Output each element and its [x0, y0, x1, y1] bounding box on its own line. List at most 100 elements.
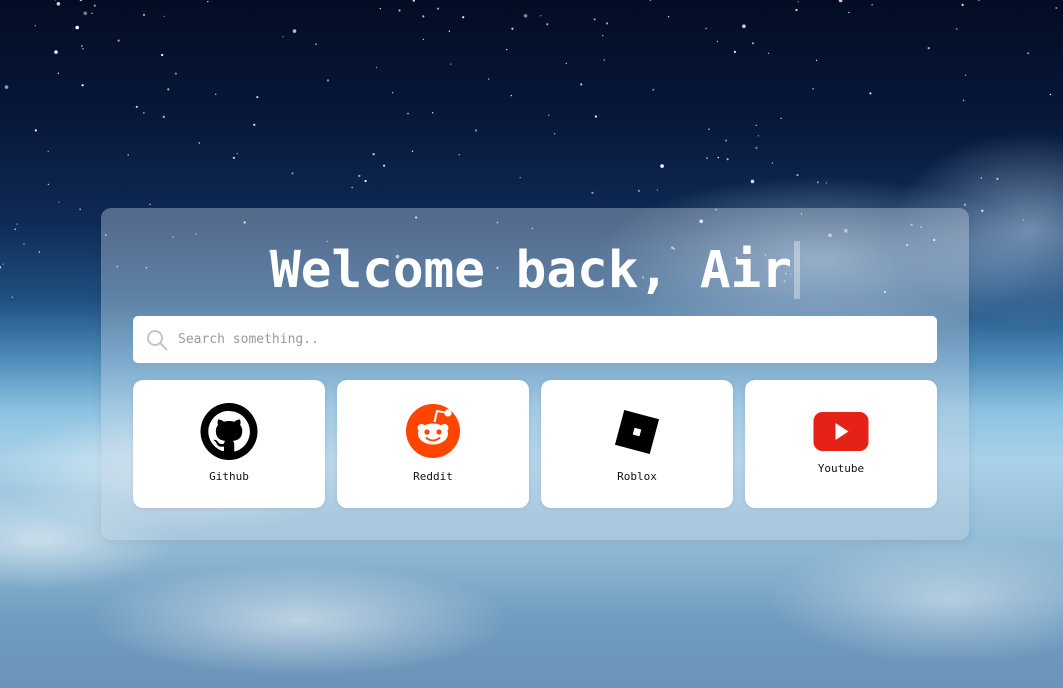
- star: [594, 115, 598, 118]
- star: [351, 186, 353, 189]
- star: [93, 4, 96, 7]
- star: [540, 15, 542, 17]
- start-panel: Welcome back, Air Github: [101, 208, 969, 540]
- star: [16, 223, 18, 225]
- star: [511, 27, 514, 30]
- welcome-text: Welcome back, Air: [270, 241, 792, 300]
- star: [606, 22, 609, 25]
- star: [83, 11, 88, 16]
- star: [591, 191, 594, 194]
- shortcut-label: Github: [209, 470, 249, 483]
- star: [603, 59, 605, 61]
- star: [996, 177, 999, 180]
- star: [961, 3, 964, 6]
- star: [780, 117, 782, 120]
- star: [474, 129, 478, 132]
- star: [253, 123, 256, 126]
- star: [812, 88, 814, 90]
- star: [448, 30, 451, 32]
- star: [379, 7, 381, 10]
- star: [34, 25, 36, 27]
- star: [162, 115, 165, 118]
- star: [422, 15, 425, 18]
- star: [34, 129, 37, 132]
- star: [436, 7, 440, 10]
- star: [422, 38, 425, 41]
- star: [58, 201, 60, 203]
- star: [660, 164, 664, 168]
- star: [580, 83, 583, 86]
- star: [117, 39, 120, 42]
- star: [548, 114, 550, 117]
- star: [174, 72, 177, 75]
- star: [326, 79, 330, 82]
- star: [757, 135, 760, 137]
- star: [4, 85, 9, 89]
- star: [364, 179, 367, 183]
- github-icon: [200, 403, 258, 460]
- star: [553, 133, 556, 135]
- star: [38, 251, 41, 253]
- star: [523, 14, 528, 18]
- star: [717, 156, 719, 159]
- search-input[interactable]: [178, 319, 937, 360]
- star: [372, 153, 375, 156]
- star: [637, 189, 641, 192]
- star: [411, 150, 414, 152]
- star: [236, 152, 238, 155]
- star: [54, 0, 57, 1]
- star: [981, 209, 984, 212]
- star: [127, 154, 129, 156]
- shortcut-youtube[interactable]: Youtube: [745, 380, 937, 508]
- star: [980, 177, 982, 179]
- shortcut-roblox[interactable]: Roblox: [541, 380, 733, 508]
- roblox-icon: [614, 409, 660, 455]
- star: [977, 0, 980, 2]
- shortcut-github[interactable]: Github: [133, 380, 325, 508]
- star: [458, 154, 460, 156]
- star: [488, 78, 490, 80]
- star: [407, 112, 409, 115]
- star: [81, 84, 84, 87]
- typing-caret: [793, 241, 800, 299]
- star: [167, 88, 170, 91]
- star: [14, 228, 16, 230]
- star: [795, 8, 798, 12]
- star: [816, 181, 820, 184]
- star: [256, 96, 259, 99]
- star: [767, 52, 770, 54]
- star: [79, 208, 81, 210]
- star: [815, 59, 818, 62]
- star: [742, 24, 746, 29]
- star: [149, 203, 151, 206]
- shortcut-reddit[interactable]: Reddit: [337, 380, 529, 508]
- star: [667, 16, 670, 18]
- star: [716, 40, 719, 43]
- youtube-icon: [813, 412, 869, 451]
- star: [964, 74, 967, 76]
- star: [450, 63, 452, 65]
- star: [1027, 52, 1030, 55]
- star: [315, 43, 317, 45]
- star: [79, 0, 82, 2]
- star: [161, 53, 164, 57]
- star: [232, 156, 235, 159]
- star: [838, 0, 843, 3]
- star: [733, 50, 737, 54]
- star: [207, 0, 209, 3]
- star: [755, 146, 758, 149]
- star: [291, 172, 294, 175]
- star: [358, 174, 361, 177]
- star: [705, 27, 707, 30]
- star: [546, 23, 549, 26]
- star: [602, 34, 604, 37]
- star: [725, 139, 728, 142]
- star: [198, 142, 200, 144]
- star: [708, 128, 710, 130]
- star: [565, 62, 567, 65]
- star: [163, 15, 165, 18]
- reddit-icon: [406, 404, 460, 458]
- star: [755, 124, 757, 127]
- star: [54, 50, 58, 54]
- star: [398, 9, 401, 12]
